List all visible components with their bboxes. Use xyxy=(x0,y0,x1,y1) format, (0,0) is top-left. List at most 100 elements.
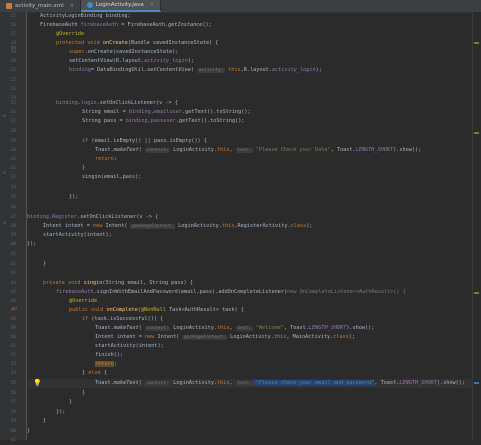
tab-label: LoginActivity.java xyxy=(95,2,144,8)
parameter-hint: packageContext: xyxy=(130,224,175,229)
tab-label: activity_main.xml xyxy=(15,3,64,9)
line-number: 28 xyxy=(10,129,16,134)
override-icon[interactable]: o↑ xyxy=(11,44,17,53)
parameter-hint: text: xyxy=(235,381,253,386)
code-line: finish(); xyxy=(95,352,124,358)
parameter-hint: packageContext: xyxy=(182,335,227,340)
xml-file-icon xyxy=(6,3,12,9)
code-editor[interactable]: ActivityLoginBinding binding; FirebaseAu… xyxy=(27,12,473,440)
line-number: 49 xyxy=(10,326,16,331)
code-line: Intent intent = new Intent( packageConte… xyxy=(95,334,356,340)
line-number: 40 xyxy=(10,242,16,247)
line-number: 15 xyxy=(10,14,16,19)
warning-marker[interactable] xyxy=(474,42,479,44)
parameter-hint: activity: xyxy=(197,68,225,73)
line-number: 53 xyxy=(10,362,16,367)
code-line: binding.Register.setOnClickListener(v ->… xyxy=(27,214,159,220)
code-line: } xyxy=(43,261,47,267)
code-line: @Override xyxy=(56,31,85,37)
fold-icon[interactable]: ⊖ xyxy=(3,219,6,228)
code-line: String pass = binding.passuser.getText()… xyxy=(82,118,245,124)
line-number: 59 xyxy=(10,419,16,424)
code-line: } xyxy=(43,418,47,424)
java-class-icon xyxy=(86,2,93,8)
code-line: } xyxy=(69,399,73,405)
line-number: 34 xyxy=(10,185,16,190)
line-number: 48 xyxy=(10,317,16,322)
line-number: 21 xyxy=(10,68,16,73)
code-line: return; xyxy=(95,156,117,162)
code-line: Intent intent = new Intent( packageConte… xyxy=(43,223,313,229)
code-line: String email = binding.emailuser.getText… xyxy=(82,109,251,115)
code-line: Toast.makeText( context: LoginActivity.t… xyxy=(95,380,465,386)
code-line: }); xyxy=(69,194,79,200)
line-number: 60 xyxy=(10,429,16,434)
line-number: 45 xyxy=(10,290,16,295)
line-number: 23 xyxy=(10,87,16,92)
fold-icon[interactable]: ⊖ xyxy=(3,169,6,178)
line-number: 29 xyxy=(10,139,16,144)
code-line: Toast.makeText( context: LoginActivity.t… xyxy=(95,325,375,331)
line-number: 56 xyxy=(10,391,16,396)
line-number: 17 xyxy=(10,32,16,37)
line-number: 22 xyxy=(10,78,16,83)
code-line: private void singin(String email, String… xyxy=(43,280,193,286)
code-line: } xyxy=(82,390,86,396)
line-number: 41 xyxy=(10,252,16,257)
line-number: 52 xyxy=(10,353,16,358)
code-line: public void onComplete(@NonNull Task<Aut… xyxy=(69,307,244,313)
line-number: 25 xyxy=(10,101,16,106)
close-icon[interactable]: ✕ xyxy=(70,3,74,9)
line-number: 51 xyxy=(10,344,16,349)
parameter-hint: text: xyxy=(235,326,253,331)
parameter-hint: context: xyxy=(145,326,171,331)
line-number: 31 xyxy=(10,157,16,162)
line-number: 16 xyxy=(10,23,16,28)
code-line: binding.login.setOnClickListener(v -> { xyxy=(56,100,178,106)
warning-marker[interactable] xyxy=(474,292,479,294)
code-line: } xyxy=(27,428,31,434)
warning-marker[interactable] xyxy=(474,132,479,134)
line-number: 43 xyxy=(10,271,16,276)
parameter-hint: text: xyxy=(235,148,253,153)
code-line: setContentView(R.layout.activity_login); xyxy=(69,58,194,64)
implements-icon[interactable]: o↑ xyxy=(12,305,18,314)
code-line: if (task.isSuccessful()) { xyxy=(82,316,164,322)
code-line: @Override xyxy=(69,298,98,304)
line-number: 39 xyxy=(10,233,16,238)
tab-login-activity-java[interactable]: LoginActivity.java ✕ xyxy=(80,0,161,12)
line-number: 50 xyxy=(10,335,16,340)
line-number: 35 xyxy=(10,195,16,200)
line-number: 55 xyxy=(10,381,16,386)
line-number: 44 xyxy=(10,281,16,286)
code-line: startActivity(intent); xyxy=(43,232,112,238)
close-icon[interactable]: ✕ xyxy=(150,2,154,8)
code-line: protected void onCreate(Bundle savedInst… xyxy=(56,40,219,46)
code-line: return; xyxy=(95,361,117,367)
code-line: FirebaseAuth firebaseAuth = FirebaseAuth… xyxy=(40,22,212,28)
line-number: 30 xyxy=(10,148,16,153)
tab-activity-main-xml[interactable]: activity_main.xml ✕ xyxy=(0,0,81,12)
code-line: }); xyxy=(56,409,66,415)
line-number: 54 xyxy=(10,371,16,376)
code-line: firebaseAuth.signInWithEmailAndPassword(… xyxy=(56,289,406,295)
line-number: 42 xyxy=(10,262,16,267)
code-line: super.onCreate(savedInstanceState); xyxy=(69,49,179,55)
line-number: 61 xyxy=(10,438,16,443)
code-line: ActivityLoginBinding binding; xyxy=(40,13,131,19)
code-line: startActivity(intent); xyxy=(95,343,164,349)
parameter-hint: context: xyxy=(145,148,171,153)
code-line: binding= DataBindingUtil.setContentView(… xyxy=(69,67,322,73)
code-line: Toast.makeText( context: LoginActivity.t… xyxy=(95,147,422,153)
line-number: 20 xyxy=(10,59,16,64)
code-line: } else { xyxy=(82,370,107,376)
error-stripe-scrollbar[interactable] xyxy=(472,12,481,440)
lightbulb-icon[interactable]: 💡 xyxy=(33,379,42,388)
line-number: 57 xyxy=(10,400,16,405)
code-line: if (email.isEmpty() || pass.isEmpty()) { xyxy=(82,138,207,144)
parameter-hint: context: xyxy=(145,381,171,386)
fold-icon[interactable]: ⊖ xyxy=(3,112,6,121)
line-number: 36 xyxy=(10,205,16,210)
selection-marker[interactable] xyxy=(474,382,479,384)
code-line: singin(email,pass); xyxy=(82,174,142,180)
